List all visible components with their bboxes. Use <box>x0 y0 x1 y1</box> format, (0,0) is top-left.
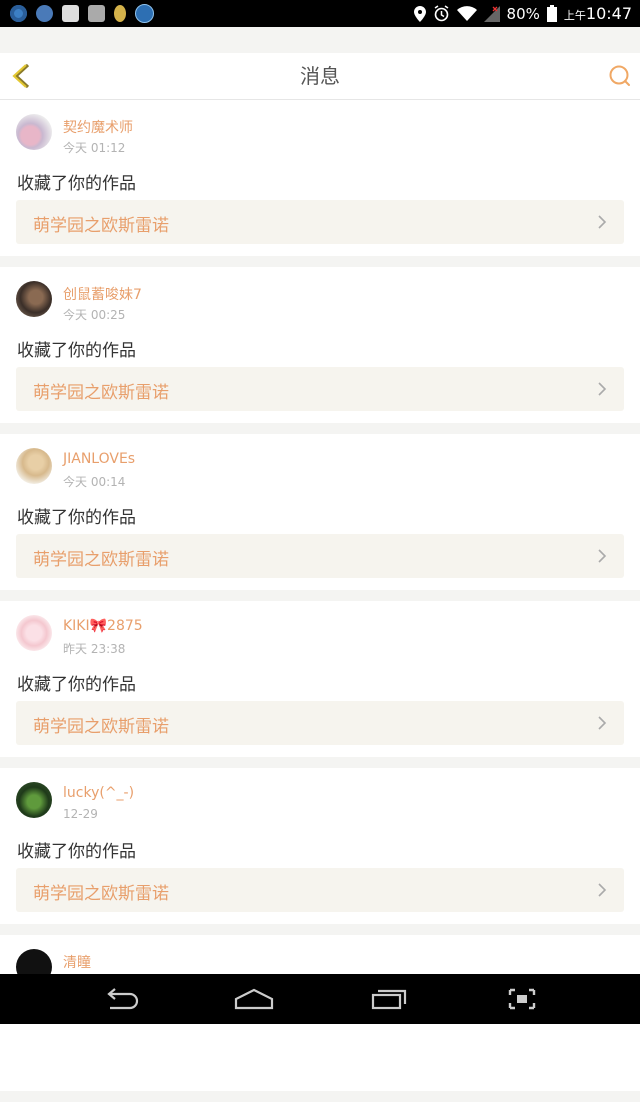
message-time: 今天 00:14 <box>63 475 126 489</box>
navigation-bar <box>0 974 640 1024</box>
message-card: 契约魔术师 今天 01:12 收藏了你的作品 萌学园之欧斯雷诺 <box>0 100 640 256</box>
username[interactable]: JIANLOVEs <box>63 451 135 467</box>
chevron-right-icon <box>598 716 607 730</box>
avatar[interactable] <box>16 114 52 150</box>
app-icon <box>10 5 27 22</box>
work-title: 萌学园之欧斯雷诺 <box>33 717 169 737</box>
back-nav-button[interactable] <box>96 984 146 1014</box>
work-title: 萌学园之欧斯雷诺 <box>33 383 169 403</box>
chevron-right-icon <box>598 382 607 396</box>
message-action: 收藏了你的作品 <box>17 675 136 695</box>
chevron-right-icon <box>598 549 607 563</box>
message-list: 契约魔术师 今天 01:12 收藏了你的作品 萌学园之欧斯雷诺 创鼠蓄唆妹7 今… <box>0 100 640 1102</box>
status-bar: 80% 上午10:47 <box>0 0 640 27</box>
gallery-icon <box>88 5 105 22</box>
screenshot-nav-icon <box>508 988 536 1010</box>
avatar[interactable] <box>16 615 52 651</box>
search-button[interactable] <box>608 64 632 88</box>
page-title: 消息 <box>300 64 340 88</box>
message-action: 收藏了你的作品 <box>17 174 136 194</box>
message-card: JIANLOVEs 今天 00:14 收藏了你的作品 萌学园之欧斯雷诺 <box>0 434 640 590</box>
message-card: lucky(^_-) 12-29 收藏了你的作品 萌学园之欧斯雷诺 <box>0 768 640 924</box>
recents-nav-button[interactable] <box>364 984 414 1014</box>
work-link[interactable]: 萌学园之欧斯雷诺 <box>16 367 624 411</box>
mail-icon <box>62 5 79 22</box>
username[interactable]: 契约魔术师 <box>63 117 133 137</box>
header: 消息 <box>0 53 640 100</box>
message-action: 收藏了你的作品 <box>17 842 136 862</box>
work-title: 萌学园之欧斯雷诺 <box>33 550 169 570</box>
work-link[interactable]: 萌学园之欧斯雷诺 <box>16 868 624 912</box>
battery-percent: 80% <box>506 4 540 23</box>
username[interactable]: KIKI🎀2875 <box>63 618 143 634</box>
screenshot-nav-button[interactable] <box>497 984 547 1014</box>
alarm-icon <box>434 5 448 22</box>
message-time: 今天 01:12 <box>63 141 126 155</box>
back-nav-icon <box>107 988 139 1010</box>
work-title: 萌学园之欧斯雷诺 <box>33 216 169 236</box>
wifi-icon <box>456 5 477 21</box>
message-time: 昨天 23:38 <box>63 642 126 656</box>
username[interactable]: 清瞳 <box>63 952 91 972</box>
app-k-icon <box>135 4 154 23</box>
clock: 10:47 <box>585 4 632 23</box>
notification-icon <box>114 5 126 22</box>
browser-icon <box>36 5 53 22</box>
avatar[interactable] <box>16 448 52 484</box>
chevron-right-icon <box>598 883 607 897</box>
ampm-label: 上午 <box>563 9 586 22</box>
message-action: 收藏了你的作品 <box>17 341 136 361</box>
signal-icon <box>483 5 500 22</box>
recents-nav-icon <box>371 989 407 1010</box>
message-time: 今天 00:25 <box>63 308 126 322</box>
message-action: 收藏了你的作品 <box>17 508 136 528</box>
avatar[interactable] <box>16 281 52 317</box>
work-link[interactable]: 萌学园之欧斯雷诺 <box>16 701 624 745</box>
message-card: 创鼠蓄唆妹7 今天 00:25 收藏了你的作品 萌学园之欧斯雷诺 <box>0 267 640 423</box>
home-nav-button[interactable] <box>229 984 279 1014</box>
home-nav-icon <box>234 988 274 1010</box>
battery-icon <box>546 5 557 22</box>
avatar[interactable] <box>16 782 52 818</box>
message-card: KIKI🎀2875 昨天 23:38 收藏了你的作品 萌学园之欧斯雷诺 <box>0 601 640 757</box>
message-time: 12-29 <box>63 807 98 821</box>
work-link[interactable]: 萌学园之欧斯雷诺 <box>16 534 624 578</box>
username[interactable]: lucky(^_-) <box>63 785 134 801</box>
location-icon <box>413 5 426 22</box>
chevron-right-icon <box>598 215 607 229</box>
work-link[interactable]: 萌学园之欧斯雷诺 <box>16 200 624 244</box>
work-title: 萌学园之欧斯雷诺 <box>33 884 169 904</box>
search-icon <box>609 65 630 86</box>
username[interactable]: 创鼠蓄唆妹7 <box>63 284 142 304</box>
